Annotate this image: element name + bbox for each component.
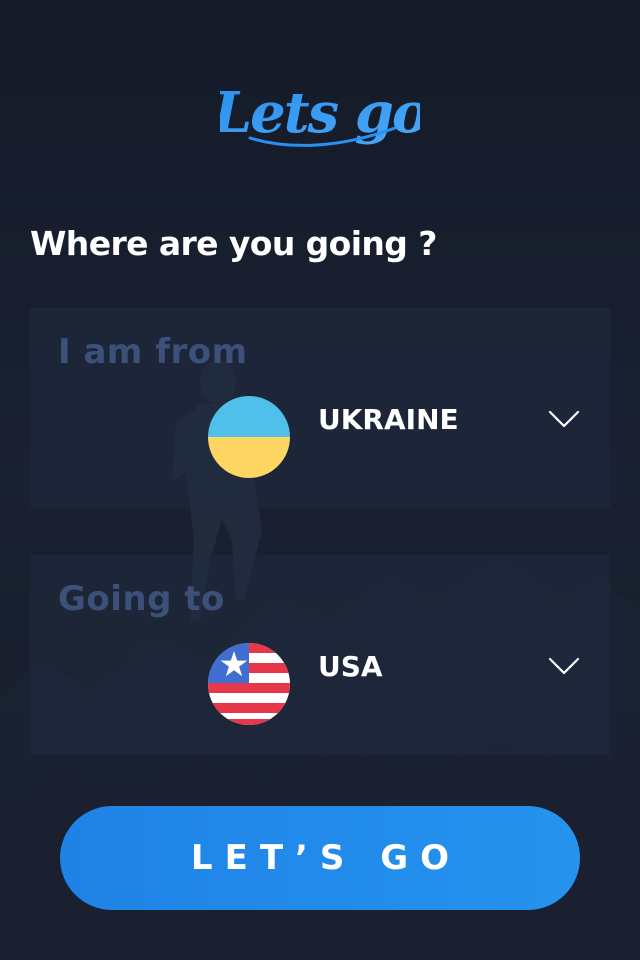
lets-go-button[interactable]: LET’S GO xyxy=(60,806,580,910)
usa-flag-icon xyxy=(208,643,290,725)
origin-country-selector[interactable]: I am from UKRAINE xyxy=(30,308,610,508)
logo-text: Lets go xyxy=(220,80,420,146)
chevron-down-icon[interactable] xyxy=(548,655,580,677)
origin-country-name: UKRAINE xyxy=(318,403,459,436)
ukraine-flag-icon xyxy=(208,396,290,478)
lets-go-logo: Lets go xyxy=(220,80,420,147)
chevron-down-icon[interactable] xyxy=(548,408,580,430)
destination-country-name: USA xyxy=(318,650,383,683)
origin-label: I am from xyxy=(58,332,248,372)
destination-label: Going to xyxy=(58,579,225,619)
destination-country-selector[interactable]: Going to USA xyxy=(30,555,610,755)
page-title: Where are you going ? xyxy=(30,224,437,263)
